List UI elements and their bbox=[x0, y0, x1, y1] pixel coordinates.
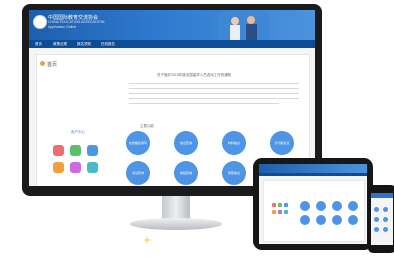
phone-header bbox=[371, 193, 393, 198]
bubble-5[interactable]: 考试安排 bbox=[126, 161, 150, 185]
bubble-6[interactable]: 成绩查询 bbox=[174, 161, 198, 185]
tablet-bubble[interactable] bbox=[332, 201, 342, 211]
nav-item-home[interactable]: 首页 bbox=[35, 42, 42, 47]
tablet-bubble[interactable] bbox=[348, 215, 358, 225]
phone-bubble[interactable] bbox=[374, 207, 379, 212]
phone-bubble[interactable] bbox=[374, 227, 379, 232]
phone-screen bbox=[371, 193, 393, 245]
bubble-4[interactable]: 打印报名表 bbox=[270, 131, 294, 155]
tablet-bubble[interactable] bbox=[300, 201, 310, 211]
tablet-card bbox=[263, 180, 365, 242]
app-icon-2[interactable] bbox=[70, 145, 81, 156]
bubble-1[interactable]: 在线报名填写 bbox=[126, 131, 150, 155]
nav-item-policy[interactable]: 政策法规 bbox=[53, 42, 67, 47]
phone-bubble[interactable] bbox=[383, 227, 388, 232]
home-icon bbox=[40, 61, 45, 66]
phone-bubble[interactable] bbox=[383, 217, 388, 222]
app-icon-4[interactable] bbox=[53, 162, 64, 173]
tablet-app-icon[interactable] bbox=[284, 203, 288, 207]
site-logo bbox=[33, 15, 47, 29]
tablet-app-icon[interactable] bbox=[272, 203, 276, 207]
tablet-app-icon[interactable] bbox=[278, 210, 282, 214]
monitor-stand-base bbox=[130, 218, 222, 230]
site-header: 中国国际教育交流协会 CHINA EDUCATION ASSOCIATION A… bbox=[29, 10, 315, 40]
tablet-screen bbox=[259, 164, 367, 244]
phone-bubble[interactable] bbox=[374, 217, 379, 222]
header-people-image bbox=[219, 12, 269, 40]
tablet-bubble[interactable] bbox=[332, 215, 342, 225]
phone-bubble[interactable] bbox=[383, 207, 388, 212]
nav-item-notice[interactable]: 报名须知 bbox=[77, 42, 91, 47]
bubble-7[interactable]: 录取信息 bbox=[222, 161, 246, 185]
site-subtitle-2: Application Online bbox=[48, 25, 77, 29]
app-icon-1[interactable] bbox=[53, 145, 64, 156]
functions-label: 主要功能 bbox=[140, 124, 154, 128]
section-title: 首页 bbox=[47, 62, 58, 68]
site-nav: 首页 政策法规 报名须知 在线报名 bbox=[29, 40, 315, 48]
tablet-app-icon[interactable] bbox=[278, 203, 282, 207]
bubble-3[interactable]: 材料提交 bbox=[222, 131, 246, 155]
tablet-bubble[interactable] bbox=[316, 201, 326, 211]
tablet-nav bbox=[259, 173, 367, 176]
app-icon-5[interactable] bbox=[70, 162, 81, 173]
nav-item-apply[interactable]: 在线报名 bbox=[101, 42, 115, 47]
tablet-app-icon[interactable] bbox=[272, 210, 276, 214]
sidebar-label: 用户中心 bbox=[71, 130, 85, 134]
tablet-bubble[interactable] bbox=[316, 215, 326, 225]
tablet-bubble[interactable] bbox=[348, 201, 358, 211]
sparkle-icon bbox=[143, 236, 151, 244]
tablet-bubble[interactable] bbox=[300, 215, 310, 225]
tablet-app-icon[interactable] bbox=[284, 210, 288, 214]
app-icon-6[interactable] bbox=[87, 162, 98, 173]
app-icon-3[interactable] bbox=[87, 145, 98, 156]
bubble-2[interactable]: 信息查询 bbox=[174, 131, 198, 155]
monitor-stand-neck bbox=[162, 196, 190, 220]
site-subtitle: CHINA EDUCATION ASSOCIATION bbox=[48, 20, 105, 24]
tablet-header bbox=[259, 164, 367, 173]
document-title: 关于做好2015年度出国留学人员选派工作的通知 bbox=[157, 73, 232, 77]
